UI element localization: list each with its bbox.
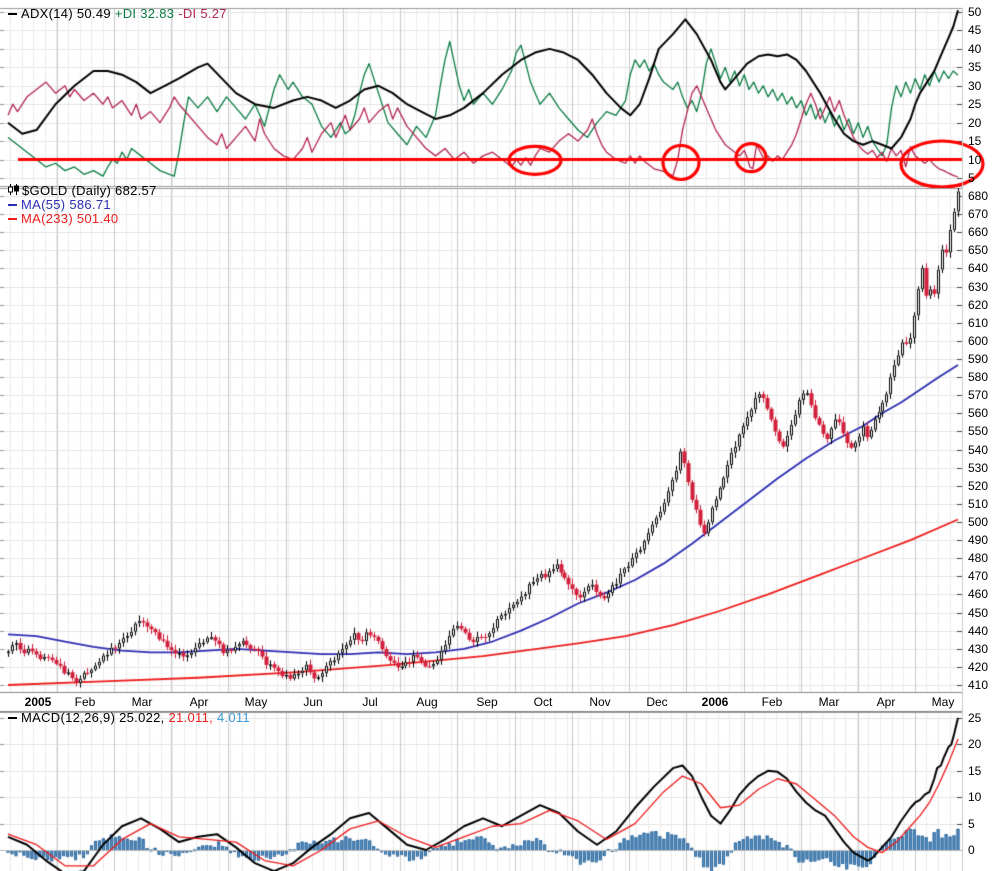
- y-axis-tick-label: 580: [968, 370, 989, 385]
- macd-signal-value: 21.011,: [168, 710, 214, 725]
- y-axis-tick-label: 530: [968, 460, 989, 475]
- y-axis-tick-label: 10: [968, 152, 982, 167]
- y-axis-tick-label: 480: [968, 551, 989, 566]
- price-legend: $GOLD (Daily) 682.57 MA(55) 586.71 MA(23…: [8, 184, 157, 226]
- x-axis-month-label: Sep: [476, 695, 498, 709]
- x-axis-month-label: Aug: [416, 695, 438, 709]
- y-axis-tick-label: 560: [968, 406, 989, 421]
- y-axis-tick-label: 5: [968, 816, 975, 831]
- y-axis-tick-label: 620: [968, 297, 989, 312]
- x-axis-month-label: Oct: [533, 695, 553, 709]
- x-axis-month-label: Apr: [189, 695, 209, 709]
- y-axis-tick-label: 640: [968, 261, 989, 276]
- macd-legend: MACD(12,26,9) 25.022, 21.011, 4.011: [8, 711, 250, 725]
- y-axis-tick-label: 0: [968, 843, 975, 857]
- symbol-label: $GOLD (Daily) 682.57: [22, 183, 157, 198]
- x-axis-month-label: Nov: [589, 695, 611, 709]
- y-axis-tick-label: 570: [968, 388, 989, 403]
- y-axis-tick-label: 45: [968, 23, 982, 38]
- y-axis-tick-label: 490: [968, 533, 989, 548]
- x-axis-month-label: Dec: [646, 695, 668, 709]
- y-axis-tick-label: 5: [968, 171, 975, 185]
- ma233-legend-label: MA(233) 501.40: [21, 211, 119, 226]
- macd-hist-value: 4.011: [216, 710, 251, 725]
- x-axis-month-label: Jul: [362, 695, 378, 709]
- y-axis-tick-label: 40: [968, 41, 982, 56]
- x-axis-month-label: Feb: [761, 695, 783, 709]
- y-axis-tick-label: 660: [968, 225, 989, 240]
- adx-legend: ADX(14) 50.49 +DI 32.83 -DI 5.27: [8, 7, 227, 21]
- adx-legend-label: ADX(14) 50.49: [21, 6, 111, 21]
- y-axis-tick-label: 10: [968, 790, 982, 805]
- x-axis-month-label: Mar: [131, 695, 153, 709]
- chart-canvas: [0, 0, 997, 871]
- x-axis-month-label: Apr: [876, 695, 896, 709]
- y-axis-tick-label: 500: [968, 515, 989, 529]
- x-axis-month-label: Mar: [818, 695, 840, 709]
- y-axis-tick-label: 30: [968, 78, 982, 93]
- y-axis-tick-label: 550: [968, 424, 989, 439]
- minus-di-legend-label: -DI 5.27: [178, 6, 227, 21]
- y-axis-tick-label: 50: [968, 5, 982, 19]
- x-axis-month-label: May: [931, 695, 955, 709]
- x-axis-month-label: Jun: [303, 695, 323, 709]
- x-axis-month-label: Feb: [74, 695, 96, 709]
- macd-legend-label: MACD(12,26,9) 25.022,: [21, 710, 165, 725]
- stock-chart: ADX(14) 50.49 +DI 32.83 -DI 5.27 $GOLD (…: [0, 0, 997, 871]
- y-axis-tick-label: 450: [968, 605, 989, 620]
- y-axis-tick-label: 15: [968, 134, 982, 149]
- y-axis-tick-label: 520: [968, 478, 989, 493]
- y-axis-tick-label: 670: [968, 207, 989, 222]
- ma233-legend-swatch: [8, 217, 17, 220]
- y-axis-tick-label: 650: [968, 243, 989, 258]
- y-axis-tick-label: 680: [968, 189, 989, 203]
- y-axis-tick-label: 630: [968, 279, 989, 294]
- y-axis-tick-label: 15: [968, 763, 982, 778]
- macd-legend-swatch: [8, 716, 17, 719]
- y-axis-tick-label: 20: [968, 115, 982, 130]
- y-axis-tick-label: 470: [968, 569, 989, 584]
- y-axis-tick-label: 35: [968, 60, 982, 75]
- y-axis-tick-label: 590: [968, 352, 989, 366]
- candlestick-icon: [8, 184, 19, 197]
- y-axis-tick-label: 410: [968, 678, 989, 692]
- y-axis-tick-label: 25: [968, 711, 982, 725]
- y-axis-tick-label: 540: [968, 442, 989, 457]
- x-axis-month-label: 2005: [24, 695, 52, 709]
- y-axis-tick-label: 460: [968, 587, 989, 602]
- ma55-legend-swatch: [8, 203, 17, 206]
- ma55-legend-label: MA(55) 586.71: [21, 197, 111, 212]
- adx-legend-swatch: [8, 12, 17, 15]
- y-axis-tick-label: 610: [968, 315, 989, 330]
- y-axis-tick-label: 510: [968, 496, 989, 511]
- y-axis-tick-label: 420: [968, 659, 989, 674]
- y-axis-tick-label: 25: [968, 97, 982, 112]
- x-axis-month-label: May: [244, 695, 268, 709]
- y-axis-tick-label: 430: [968, 641, 989, 656]
- x-axis-month-label: 2006: [701, 695, 729, 709]
- y-axis-tick-label: 600: [968, 333, 989, 348]
- y-axis-tick-label: 20: [968, 737, 982, 752]
- plus-di-legend-label: +DI 32.83: [114, 6, 175, 21]
- y-axis-tick-label: 440: [968, 623, 989, 638]
